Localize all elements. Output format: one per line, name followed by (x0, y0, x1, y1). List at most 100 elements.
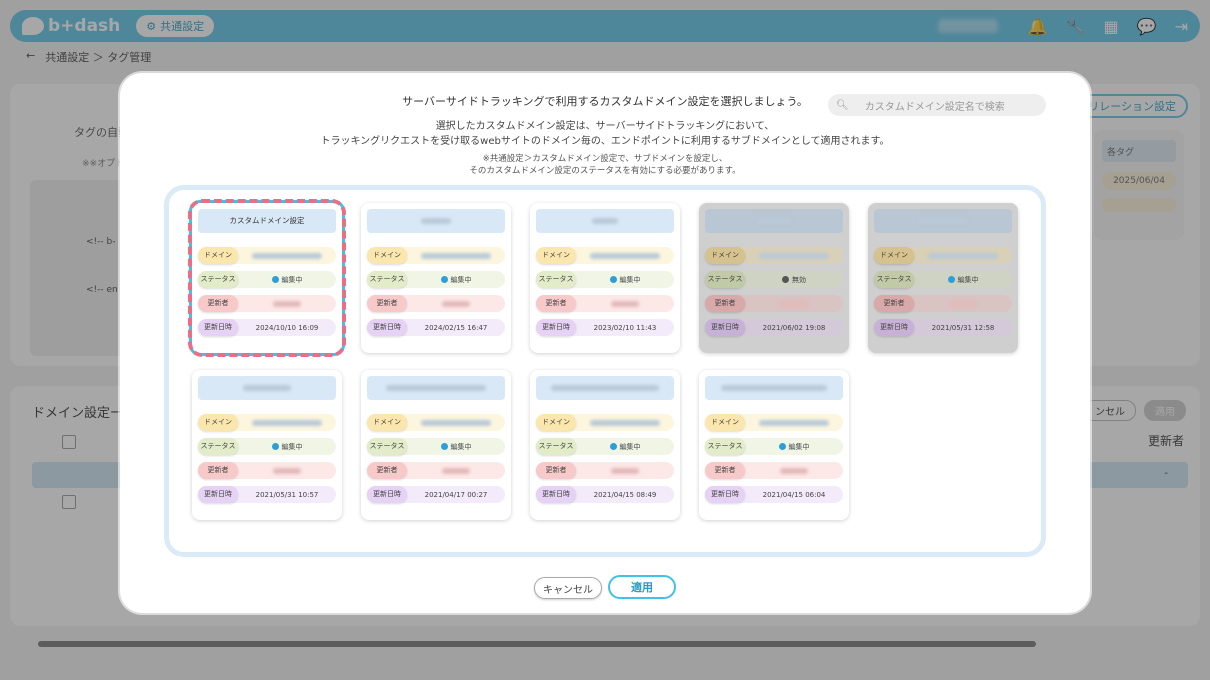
domain-label: ドメイン (536, 247, 576, 264)
card-row-domain: ドメイン (198, 414, 336, 431)
domain-card[interactable]: ドメイン ステータス 編集中 更新者 更新日時 2021/04/15 06:04 (699, 370, 849, 520)
check-icon (271, 443, 279, 450)
card-row-domain: ドメイン (536, 414, 674, 431)
date-value: 2024/02/15 16:47 (424, 323, 488, 332)
editor-label: 更新者 (874, 295, 914, 312)
editor-value-blurred (273, 467, 301, 474)
domain-card[interactable]: ドメイン ステータス 無効 更新者 更新日時 2021/06/02 19:08 (699, 203, 849, 353)
check-icon (947, 276, 955, 283)
card-row-date: 更新日時 2024/10/10 16:09 (198, 319, 336, 336)
editor-label: 更新者 (367, 295, 407, 312)
domain-label: ドメイン (367, 247, 407, 264)
card-row-date: 更新日時 2021/04/15 08:49 (536, 486, 674, 503)
editor-value-blurred (442, 467, 470, 474)
card-header (705, 209, 843, 233)
editor-label: 更新者 (536, 462, 576, 479)
card-row-domain: ドメイン (705, 414, 843, 431)
card-row-status: ステータス 編集中 (874, 271, 1012, 288)
status-value: 無効 (792, 275, 806, 284)
date-value: 2021/06/02 19:08 (762, 323, 826, 332)
domain-card[interactable]: ドメイン ステータス 編集中 更新者 更新日時 2023/02/10 11:43 (530, 203, 680, 353)
date-label: 更新日時 (198, 319, 238, 336)
card-row-status: ステータス 編集中 (536, 438, 674, 455)
card-row-status: ステータス 編集中 (198, 271, 336, 288)
date-label: 更新日時 (874, 319, 914, 336)
date-label: 更新日時 (367, 319, 407, 336)
status-value: 編集中 (957, 275, 979, 284)
editor-value-blurred (442, 300, 470, 307)
domain-label: ドメイン (198, 247, 238, 264)
card-row-date: 更新日時 2023/02/10 11:43 (536, 319, 674, 336)
note-line: そのカスタムドメイン設定のステータスを有効にする必要があります。 (469, 166, 741, 176)
card-title-blurred (243, 385, 291, 391)
domain-card[interactable]: ドメイン ステータス 編集中 更新者 更新日時 2021/04/15 08:49 (530, 370, 680, 520)
status-label: ステータス (367, 438, 407, 455)
disabled-icon (782, 276, 789, 283)
status-label: ステータス (705, 271, 745, 288)
domain-label: ドメイン (536, 414, 576, 431)
status-label: ステータス (705, 438, 745, 455)
domain-card[interactable]: ドメイン ステータス 編集中 更新者 更新日時 2021/04/17 00:27 (361, 370, 511, 520)
check-icon (271, 276, 279, 283)
card-title-blurred (592, 218, 618, 224)
status-label: ステータス (536, 438, 576, 455)
card-row-domain: ドメイン (536, 247, 674, 264)
editor-label: 更新者 (705, 462, 745, 479)
status-label: ステータス (198, 271, 238, 288)
check-icon (778, 443, 786, 450)
status-value: 編集中 (450, 442, 472, 451)
date-label: 更新日時 (705, 486, 745, 503)
editor-value-blurred (611, 300, 639, 307)
domain-label: ドメイン (705, 414, 745, 431)
domain-value-blurred (252, 419, 322, 426)
apply-button[interactable]: 適用 (608, 575, 676, 599)
date-label: 更新日時 (536, 486, 576, 503)
card-row-date: 更新日時 2021/05/31 12:58 (874, 319, 1012, 336)
domain-label: ドメイン (367, 414, 407, 431)
status-label: ステータス (874, 271, 914, 288)
card-row-editor: 更新者 (705, 462, 843, 479)
custom-domain-select-modal: サーバーサイドトラッキングで利用するカスタムドメイン設定を選択しましょう。 🔍︎… (120, 73, 1090, 613)
date-value: 2021/04/17 00:27 (424, 490, 488, 499)
editor-value-blurred (949, 300, 977, 307)
search-icon: 🔍︎ (836, 99, 849, 111)
editor-value-blurred (780, 300, 808, 307)
domain-card[interactable]: カスタムドメイン設定 ドメイン ステータス 編集中 更新者 更新日時 2024/… (192, 203, 342, 353)
status-value: 編集中 (450, 275, 472, 284)
card-title: カスタムドメイン設定 (229, 216, 305, 225)
card-row-editor: 更新者 (198, 462, 336, 479)
card-row-domain: ドメイン (367, 414, 505, 431)
editor-label: 更新者 (705, 295, 745, 312)
editor-value-blurred (611, 467, 639, 474)
card-header (874, 209, 1012, 233)
date-label: 更新日時 (536, 319, 576, 336)
card-row-status: ステータス 編集中 (705, 438, 843, 455)
date-value: 2021/04/15 08:49 (593, 490, 657, 499)
domain-value-blurred (759, 252, 829, 259)
domain-card[interactable]: ドメイン ステータス 編集中 更新者 更新日時 2021/05/31 10:57 (192, 370, 342, 520)
card-row-domain: ドメイン (705, 247, 843, 264)
editor-value-blurred (780, 467, 808, 474)
domain-label: ドメイン (198, 414, 238, 431)
card-title-blurred (386, 385, 486, 391)
status-value: 編集中 (619, 275, 641, 284)
card-row-editor: 更新者 (536, 462, 674, 479)
domain-card[interactable]: ドメイン ステータス 編集中 更新者 更新日時 2021/05/31 12:58 (868, 203, 1018, 353)
date-value: 2023/02/10 11:43 (593, 323, 657, 332)
card-row-domain: ドメイン (367, 247, 505, 264)
date-value: 2021/04/15 06:04 (762, 490, 826, 499)
date-label: 更新日時 (198, 486, 238, 503)
date-label: 更新日時 (705, 319, 745, 336)
card-row-status: ステータス 編集中 (367, 438, 505, 455)
card-row-editor: 更新者 (874, 295, 1012, 312)
domain-card[interactable]: ドメイン ステータス 編集中 更新者 更新日時 2024/02/15 16:47 (361, 203, 511, 353)
status-label: ステータス (367, 271, 407, 288)
search-input[interactable]: 🔍︎ カスタムドメイン設定名で検索 (828, 94, 1046, 116)
cancel-button[interactable]: キャンセル (534, 577, 602, 599)
status-label: ステータス (198, 438, 238, 455)
status-value: 編集中 (281, 442, 303, 451)
card-row-domain: ドメイン (874, 247, 1012, 264)
editor-label: 更新者 (367, 462, 407, 479)
card-row-status: ステータス 編集中 (367, 271, 505, 288)
date-value: 2021/05/31 10:57 (255, 490, 319, 499)
